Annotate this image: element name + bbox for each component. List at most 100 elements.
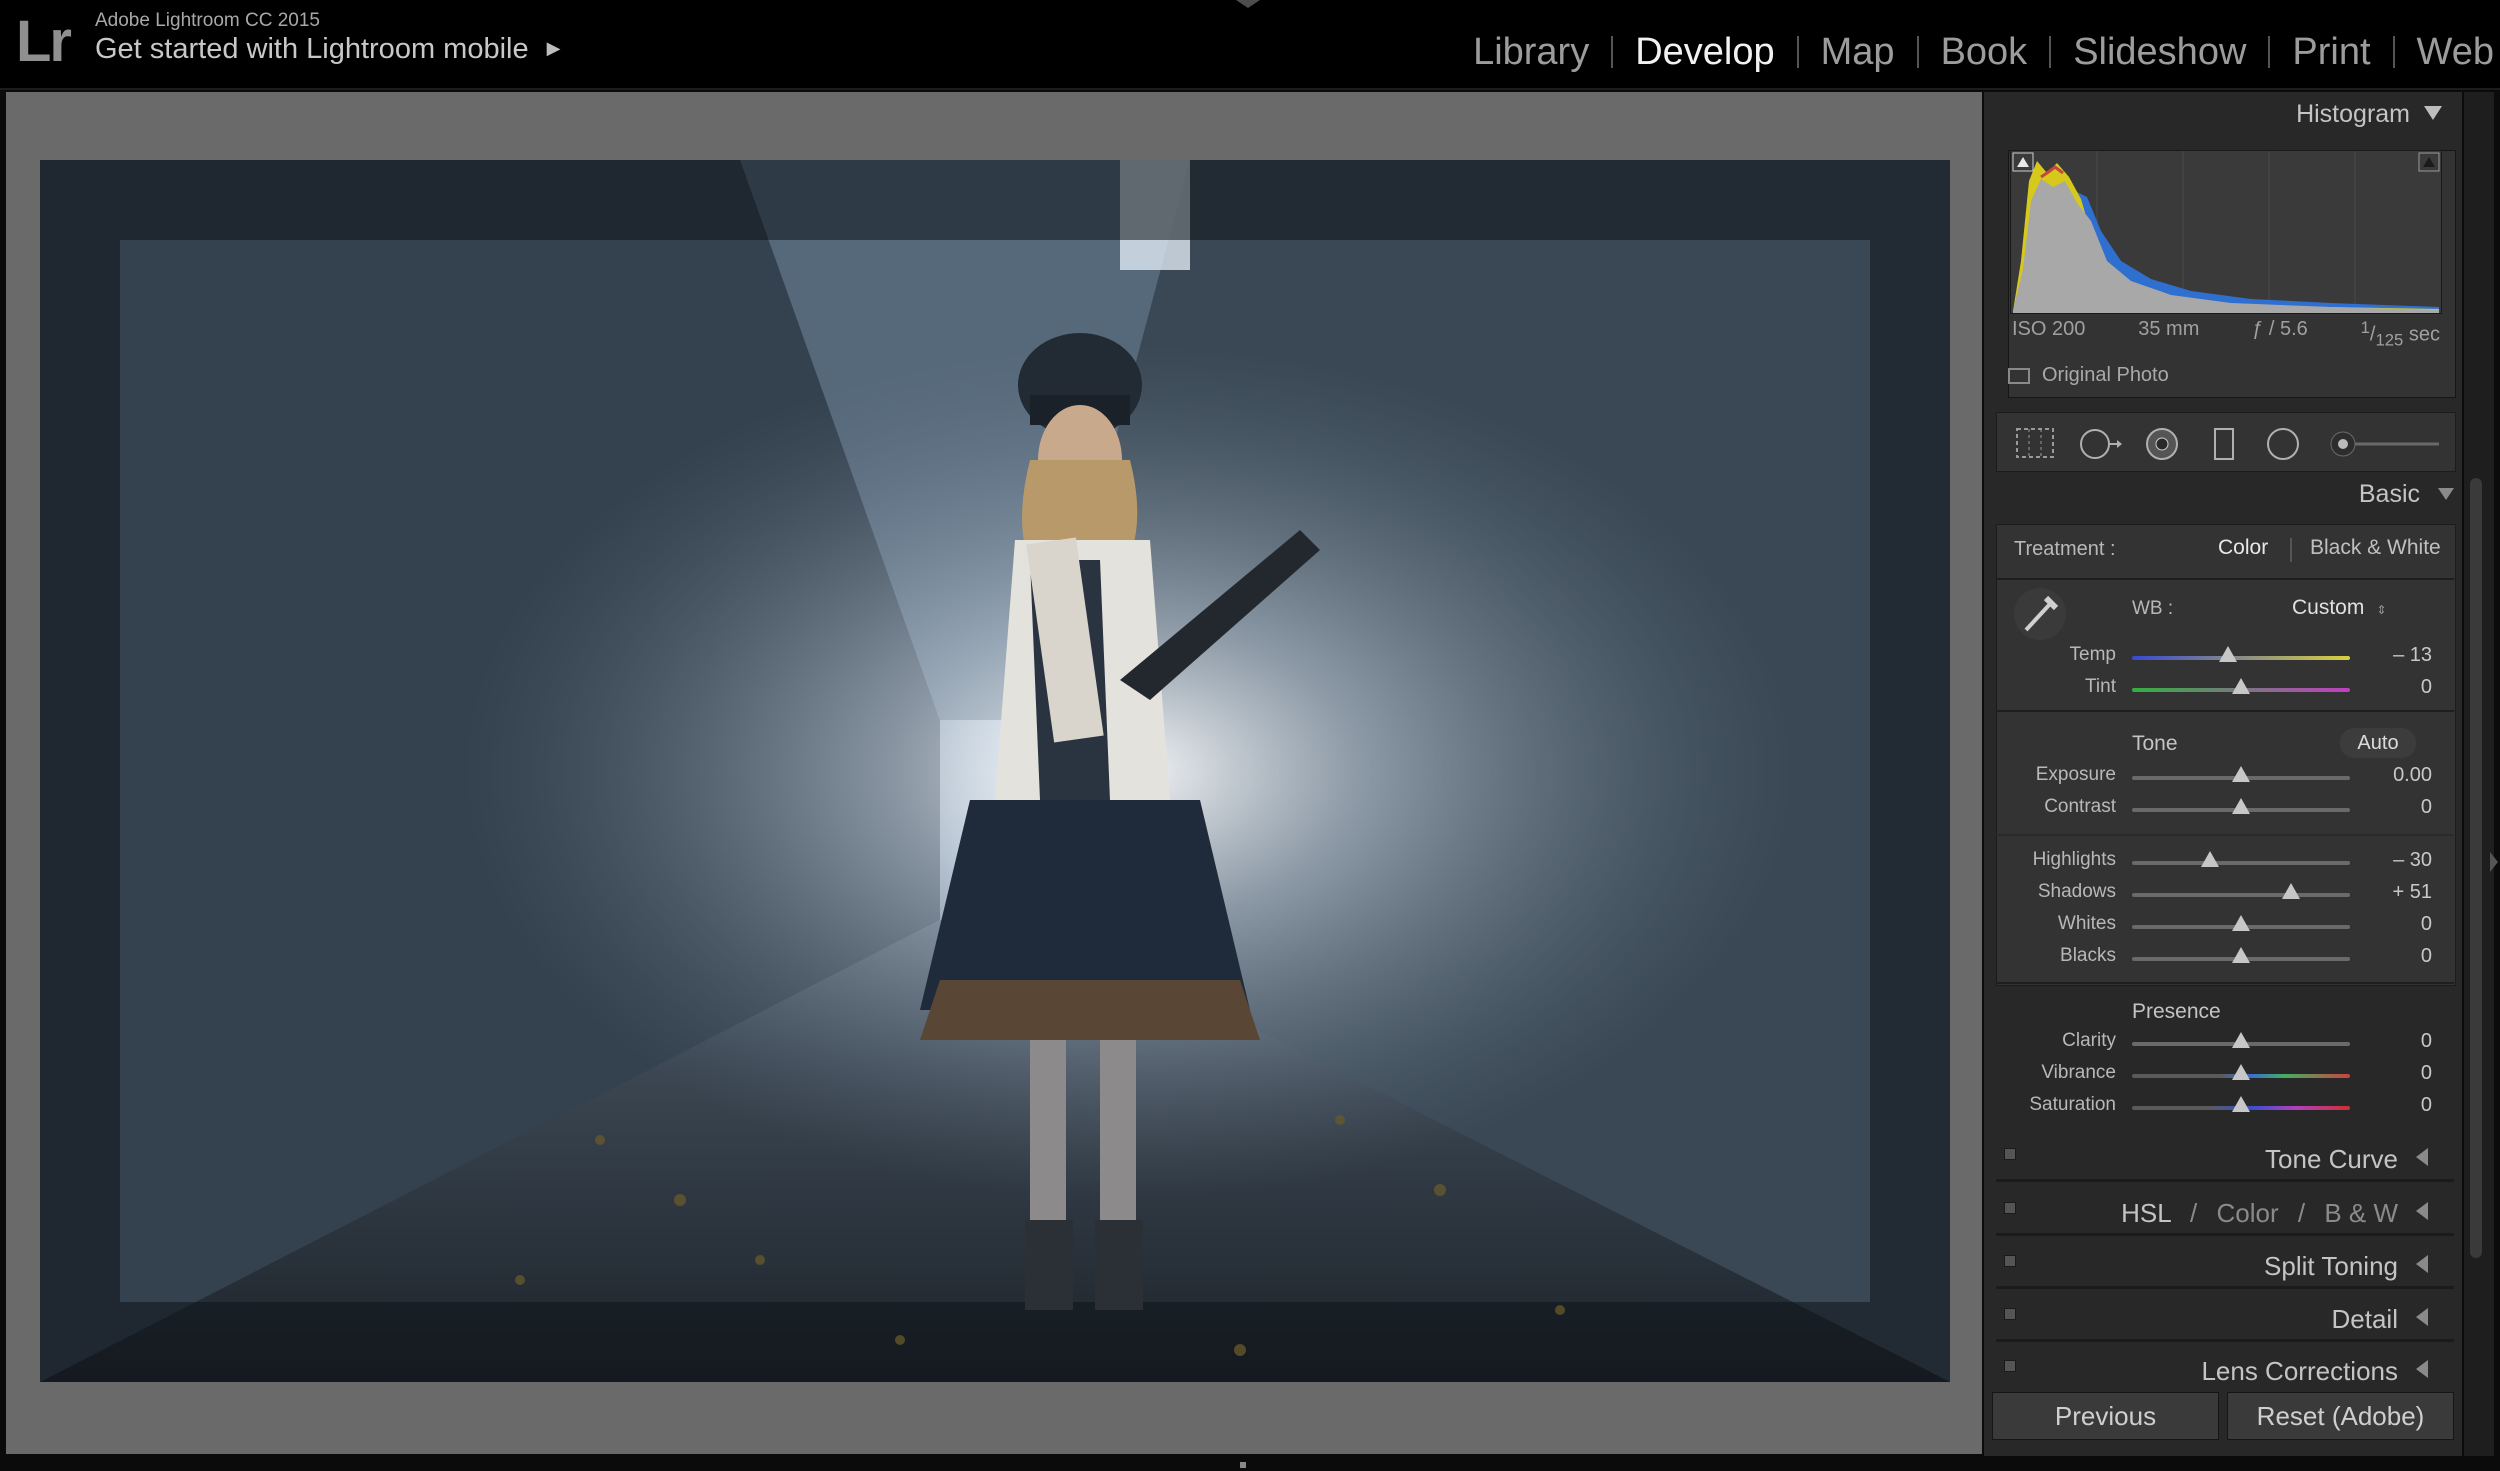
- histogram-header[interactable]: Histogram: [2296, 100, 2442, 129]
- app-name: Adobe Lightroom CC 2015: [95, 10, 320, 31]
- detail-panel-header[interactable]: Detail: [1996, 1298, 2454, 1342]
- original-photo-toggle[interactable]: Original Photo: [2008, 364, 2169, 387]
- contrast-label: Contrast: [2044, 796, 2116, 817]
- right-panel-scrollbar[interactable]: [2464, 92, 2498, 1456]
- treatment-bw-option[interactable]: Black & White: [2310, 536, 2441, 560]
- original-photo-checkbox[interactable]: [2008, 367, 2030, 384]
- scrollbar-thumb[interactable]: [2470, 478, 2482, 1258]
- shadows-value[interactable]: + 51: [2372, 881, 2432, 904]
- spot-removal-icon[interactable]: [2077, 427, 2123, 461]
- treatment-label: Treatment :: [2014, 538, 2116, 560]
- lens-corrections-title: Lens Corrections: [2201, 1356, 2398, 1386]
- module-slideshow[interactable]: Slideshow: [2051, 31, 2268, 74]
- tone-curve-panel-header[interactable]: Tone Curve: [1996, 1138, 2454, 1182]
- clarity-label: Clarity: [2062, 1030, 2116, 1051]
- treatment-color-option[interactable]: Color: [2218, 536, 2268, 560]
- expand-triangle-icon: [2416, 1360, 2428, 1378]
- hsl-panel-header[interactable]: HSL / Color / B & W: [1996, 1192, 2454, 1236]
- wb-dropdown[interactable]: Custom ⇕: [2292, 596, 2386, 620]
- blacks-value[interactable]: 0: [2372, 945, 2432, 968]
- collapse-triangle-icon: [2438, 488, 2454, 500]
- tint-label: Tint: [2085, 676, 2116, 697]
- module-book[interactable]: Book: [1919, 31, 2050, 74]
- basic-header[interactable]: Basic: [2359, 480, 2454, 509]
- temp-value[interactable]: – 13: [2372, 644, 2432, 667]
- photo-image: [40, 160, 1950, 1382]
- highlights-label: Highlights: [2032, 849, 2116, 870]
- saturation-slider-thumb[interactable]: [2232, 1096, 2250, 1112]
- lightroom-mobile-link[interactable]: Get started with Lightroom mobile ▶: [95, 33, 560, 66]
- split-toning-panel-header[interactable]: Split Toning: [1996, 1245, 2454, 1289]
- module-map[interactable]: Map: [1799, 31, 1917, 74]
- top-bar: Lr Adobe Lightroom CC 2015 Get started w…: [0, 0, 2500, 90]
- highlights-slider-thumb[interactable]: [2201, 851, 2220, 867]
- vibrance-value[interactable]: 0: [2372, 1062, 2432, 1085]
- whites-value[interactable]: 0: [2372, 913, 2432, 936]
- whites-slider-thumb[interactable]: [2232, 915, 2250, 931]
- highlights-slider-track[interactable]: [2132, 861, 2350, 865]
- module-print[interactable]: Print: [2270, 31, 2392, 74]
- divider: [1996, 982, 2454, 984]
- module-web[interactable]: Web: [2395, 31, 2500, 74]
- shadows-slider-track[interactable]: [2132, 893, 2350, 897]
- panel-switch[interactable]: [2004, 1308, 2016, 1320]
- expand-triangle-icon: [2416, 1148, 2428, 1166]
- blacks-label: Blacks: [2060, 945, 2116, 966]
- hsl-tab[interactable]: HSL: [2121, 1198, 2171, 1228]
- white-balance-eyedropper-icon[interactable]: [2012, 586, 2068, 642]
- red-eye-icon[interactable]: [2143, 427, 2181, 461]
- top-panel-toggle[interactable]: [1236, 0, 1260, 8]
- clarity-slider-thumb[interactable]: [2232, 1032, 2250, 1048]
- auto-tone-button[interactable]: Auto: [2340, 728, 2416, 758]
- shadows-slider-thumb[interactable]: [2282, 883, 2301, 899]
- vibrance-slider-thumb[interactable]: [2232, 1064, 2250, 1080]
- saturation-value[interactable]: 0: [2372, 1094, 2432, 1117]
- module-picker: Library Develop Map Book Slideshow Print…: [1451, 28, 2500, 76]
- tint-value[interactable]: 0: [2372, 676, 2432, 699]
- panel-switch[interactable]: [2004, 1148, 2016, 1160]
- clarity-value[interactable]: 0: [2372, 1030, 2432, 1053]
- previous-button[interactable]: Previous: [1992, 1392, 2219, 1440]
- contrast-value[interactable]: 0: [2372, 796, 2432, 819]
- bw-tab[interactable]: B & W: [2324, 1198, 2398, 1228]
- color-tab[interactable]: Color: [2216, 1198, 2278, 1228]
- crop-overlay-icon[interactable]: [2015, 427, 2055, 459]
- lens-corrections-panel-header[interactable]: Lens Corrections: [1996, 1350, 2454, 1386]
- shutter-numerator: 1: [2360, 318, 2370, 337]
- panel-switch[interactable]: [2004, 1360, 2016, 1372]
- exposure-value[interactable]: 0.00: [2372, 764, 2432, 787]
- exposure-slider-thumb[interactable]: [2232, 766, 2250, 782]
- saturation-label: Saturation: [2029, 1094, 2116, 1115]
- highlights-value[interactable]: – 30: [2372, 849, 2432, 872]
- histogram-plot[interactable]: [2010, 150, 2442, 314]
- collapse-triangle-icon: [2424, 106, 2442, 120]
- bottom-buttons: Previous Reset (Adobe): [1992, 1392, 2454, 1440]
- shutter-speed: 1/125 sec: [2360, 318, 2440, 350]
- divider: [1996, 1286, 2454, 1289]
- module-develop[interactable]: Develop: [1613, 31, 1796, 74]
- aperture: ƒ / 5.6: [2252, 318, 2308, 340]
- tint-slider-thumb[interactable]: [2232, 678, 2250, 694]
- module-library[interactable]: Library: [1451, 31, 1611, 74]
- graduated-filter-icon[interactable]: [2211, 427, 2237, 461]
- contrast-slider-thumb[interactable]: [2232, 798, 2250, 814]
- panel-collapse-arrow-icon[interactable]: [2490, 852, 2498, 872]
- adjustment-brush-icon[interactable]: [2327, 427, 2443, 461]
- temp-label: Temp: [2069, 644, 2116, 665]
- temp-slider-track[interactable]: [2132, 656, 2350, 660]
- wb-value: Custom: [2292, 596, 2365, 619]
- detail-title: Detail: [2331, 1304, 2398, 1334]
- bottom-panel-toggle[interactable]: [1240, 1462, 1246, 1468]
- wb-label: WB :: [2132, 598, 2174, 619]
- photo-canvas[interactable]: [6, 92, 1982, 1454]
- photo-preview[interactable]: [40, 160, 1950, 1382]
- play-arrow-icon: ▶: [546, 38, 561, 58]
- temp-slider-thumb[interactable]: [2218, 646, 2237, 662]
- divider: [1996, 834, 2454, 836]
- panel-switch[interactable]: [2004, 1202, 2016, 1214]
- shadows-label: Shadows: [2037, 881, 2116, 902]
- radial-filter-icon[interactable]: [2263, 427, 2303, 461]
- reset-button[interactable]: Reset (Adobe): [2227, 1392, 2454, 1440]
- panel-switch[interactable]: [2004, 1255, 2016, 1267]
- blacks-slider-thumb[interactable]: [2232, 947, 2250, 963]
